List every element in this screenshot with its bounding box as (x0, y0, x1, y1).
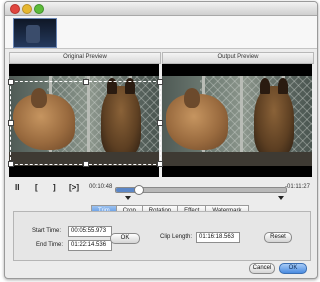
clip-strip (5, 16, 317, 49)
trim-ok-button[interactable]: OK (110, 233, 140, 244)
crop-handle[interactable] (157, 161, 163, 167)
video-thumbnail[interactable] (13, 18, 57, 48)
cancel-button[interactable]: Cancel (249, 263, 275, 274)
crop-handle[interactable] (157, 120, 163, 126)
timeline-playhead[interactable] (134, 185, 145, 195)
minimize-window-button[interactable] (22, 4, 32, 14)
trim-panel: Start Time: 00:05:55.973 End Time: 01:22… (13, 211, 311, 261)
end-time-field[interactable]: 01:22:14.536 (68, 240, 112, 251)
play-selection-button[interactable]: [>] (69, 183, 79, 192)
current-time-label: 00:10:48 (89, 184, 113, 190)
end-time-label: End Time: (36, 242, 64, 248)
crop-handle[interactable] (8, 161, 14, 167)
trim-end-marker[interactable] (277, 196, 284, 200)
start-time-field[interactable]: 00:05:55.973 (68, 226, 112, 237)
close-window-button[interactable] (10, 4, 20, 14)
original-preview-title: Original Preview (9, 52, 161, 64)
clip-length-field: 01:16:18.563 (196, 232, 240, 243)
crop-handle[interactable] (83, 161, 89, 167)
zoom-window-button[interactable] (34, 4, 44, 14)
playback-controls: II [ ] [>] 00:10:48 -01:11:27 (5, 178, 317, 200)
pause-button[interactable]: II (15, 183, 19, 192)
timeline-slider[interactable] (115, 185, 287, 200)
crop-handle[interactable] (8, 120, 14, 126)
editor-window: Original Preview Output Preview II [] [… (4, 1, 318, 279)
output-preview-video (162, 64, 312, 177)
remaining-time-label: -01:11:27 (285, 184, 310, 190)
title-bar (5, 2, 317, 16)
crop-handle[interactable] (83, 79, 89, 85)
output-preview-title: Output Preview (162, 52, 314, 64)
set-end-button[interactable]: ] (53, 183, 56, 192)
clip-length-label: Clip Length: (160, 234, 193, 240)
crop-handle[interactable] (8, 79, 14, 85)
ok-button[interactable]: OK (279, 263, 307, 274)
crop-handle[interactable] (157, 79, 163, 85)
reset-button[interactable]: Reset (264, 232, 292, 243)
trim-start-marker[interactable] (124, 196, 131, 200)
crop-selection-frame[interactable] (8, 79, 163, 167)
start-time-label: Start Time: (32, 228, 62, 234)
set-start-button[interactable]: [ (35, 183, 38, 192)
